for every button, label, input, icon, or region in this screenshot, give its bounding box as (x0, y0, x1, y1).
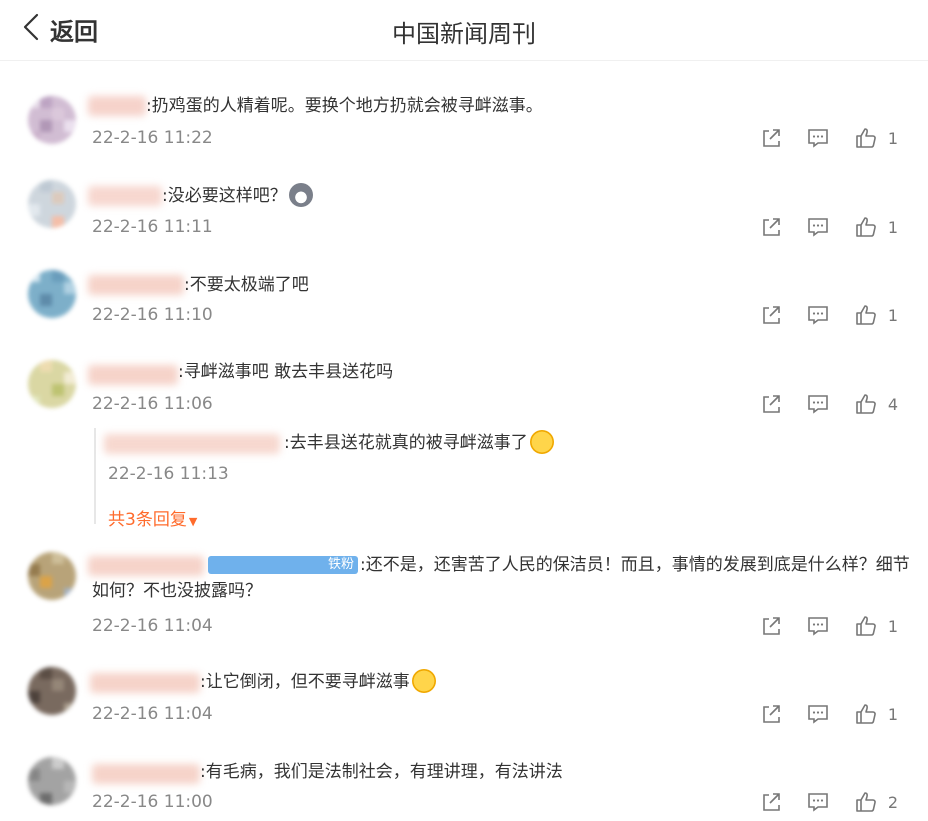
like-count: 1 (887, 305, 898, 325)
share-icon[interactable] (759, 614, 783, 638)
comment-text: :让它倒闭，但不要寻衅滋事 (200, 669, 436, 695)
comment-icon[interactable] (806, 614, 830, 638)
top-bar: 返回 中国新闻周刊 (0, 0, 928, 61)
comment-text: :扔鸡蛋的人精着呢。要换个地方扔就会被寻衅滋事。 (146, 96, 543, 116)
share-icon[interactable] (759, 215, 783, 239)
avatar[interactable] (28, 552, 76, 600)
comment-text: :不要太极端了吧 (184, 275, 309, 295)
username-redacted (88, 186, 162, 206)
comment-text: 铁粉:还不是，还害苦了人民的保洁员！而且，事情的发展到底是什么样？细节如何？不也… (92, 555, 910, 601)
share-icon[interactable] (759, 303, 783, 327)
comment-time: 22-2-16 11:11 (92, 217, 213, 237)
username-redacted (104, 434, 280, 454)
share-icon[interactable] (759, 392, 783, 416)
comment-icon[interactable] (806, 392, 830, 416)
avatar[interactable] (28, 360, 76, 408)
avatar[interactable] (28, 270, 76, 318)
comment-item: 铁粉:还不是，还害苦了人民的保洁员！而且，事情的发展到底是什么样？细节如何？不也… (0, 540, 928, 655)
comment-actions: 4 (759, 392, 898, 416)
comment-icon[interactable] (806, 126, 830, 150)
comment-actions: 1 (759, 702, 898, 726)
comment-item: :寻衅滋事吧 敢去丰县送花吗 22-2-16 11:06 4 :去丰县送花就真的… (0, 330, 928, 540)
comment-item: :没必要这样吧？ 22-2-16 11:11 1 (0, 150, 928, 240)
comment-time: 22-2-16 11:00 (92, 792, 213, 812)
comment-actions: 1 (759, 126, 898, 150)
laugh-cry-emoji (411, 669, 436, 693)
page-title: 中国新闻周刊 (392, 20, 536, 48)
fan-badge: 铁粉 (208, 556, 359, 574)
comment-text: :寻衅滋事吧 敢去丰县送花吗 (178, 362, 394, 382)
comment-icon[interactable] (806, 702, 830, 726)
share-icon[interactable] (759, 790, 783, 814)
comment-item: :让它倒闭，但不要寻衅滋事 22-2-16 11:04 1 (0, 655, 928, 745)
comment-item: :扔鸡蛋的人精着呢。要换个地方扔就会被寻衅滋事。 22-2-16 11:22 1 (0, 60, 928, 160)
avatar[interactable] (28, 757, 76, 805)
comment-text: :有毛病，我们是法制社会，有理讲理，有法讲法 (200, 762, 563, 782)
more-replies-link[interactable]: 共3条回复 ▼ (108, 505, 197, 530)
avatar[interactable] (28, 667, 76, 715)
avatar[interactable] (28, 96, 76, 144)
thumbs-up-icon[interactable] (854, 392, 878, 416)
comment-actions: 2 (759, 790, 898, 814)
username-redacted (88, 365, 178, 385)
comment-time: 22-2-16 11:04 (92, 704, 213, 724)
comment-item: :不要太极端了吧 22-2-16 11:10 1 (0, 240, 928, 330)
avatar[interactable] (28, 180, 76, 228)
comment-actions: 1 (759, 215, 898, 239)
comment-time: 22-2-16 11:06 (92, 394, 213, 414)
comment-icon[interactable] (806, 303, 830, 327)
username-redacted (90, 673, 200, 693)
like-count: 1 (887, 128, 898, 148)
thumbs-up-icon[interactable] (854, 702, 878, 726)
reply-text: :去丰县送花就真的被寻衅滋事了 (284, 430, 554, 456)
comment-icon[interactable] (806, 790, 830, 814)
username-redacted (88, 275, 184, 295)
comment-actions: 1 (759, 614, 898, 638)
comment-time: 22-2-16 11:10 (92, 305, 213, 325)
username-redacted (88, 96, 146, 116)
laugh-cry-emoji (529, 430, 554, 454)
comment-time: 22-2-16 11:22 (92, 128, 213, 148)
thumbs-up-icon[interactable] (854, 126, 878, 150)
caret-down-icon: ▼ (188, 515, 198, 528)
like-count: 2 (887, 792, 898, 812)
sub-reply: :去丰县送花就真的被寻衅滋事了 22-2-16 11:13 共3条回复 ▼ (94, 428, 656, 530)
comment-icon[interactable] (806, 215, 830, 239)
comment-actions: 1 (759, 303, 898, 327)
thumbs-up-icon[interactable] (854, 790, 878, 814)
like-count: 1 (887, 217, 898, 237)
like-count: 4 (887, 394, 898, 414)
like-count: 1 (887, 704, 898, 724)
comment-text: :没必要这样吧？ (162, 183, 313, 209)
thumbs-up-icon[interactable] (854, 303, 878, 327)
share-icon[interactable] (759, 702, 783, 726)
comment-item: :有毛病，我们是法制社会，有理讲理，有法讲法 22-2-16 11:00 2 (0, 745, 928, 821)
comment-time: 22-2-16 11:04 (92, 616, 213, 636)
thumbs-up-icon[interactable] (854, 215, 878, 239)
husky-emoji (288, 183, 313, 207)
thumbs-up-icon[interactable] (854, 614, 878, 638)
share-icon[interactable] (759, 126, 783, 150)
username-redacted (92, 764, 200, 784)
like-count: 1 (887, 616, 898, 636)
reply-time: 22-2-16 11:13 (108, 464, 229, 484)
